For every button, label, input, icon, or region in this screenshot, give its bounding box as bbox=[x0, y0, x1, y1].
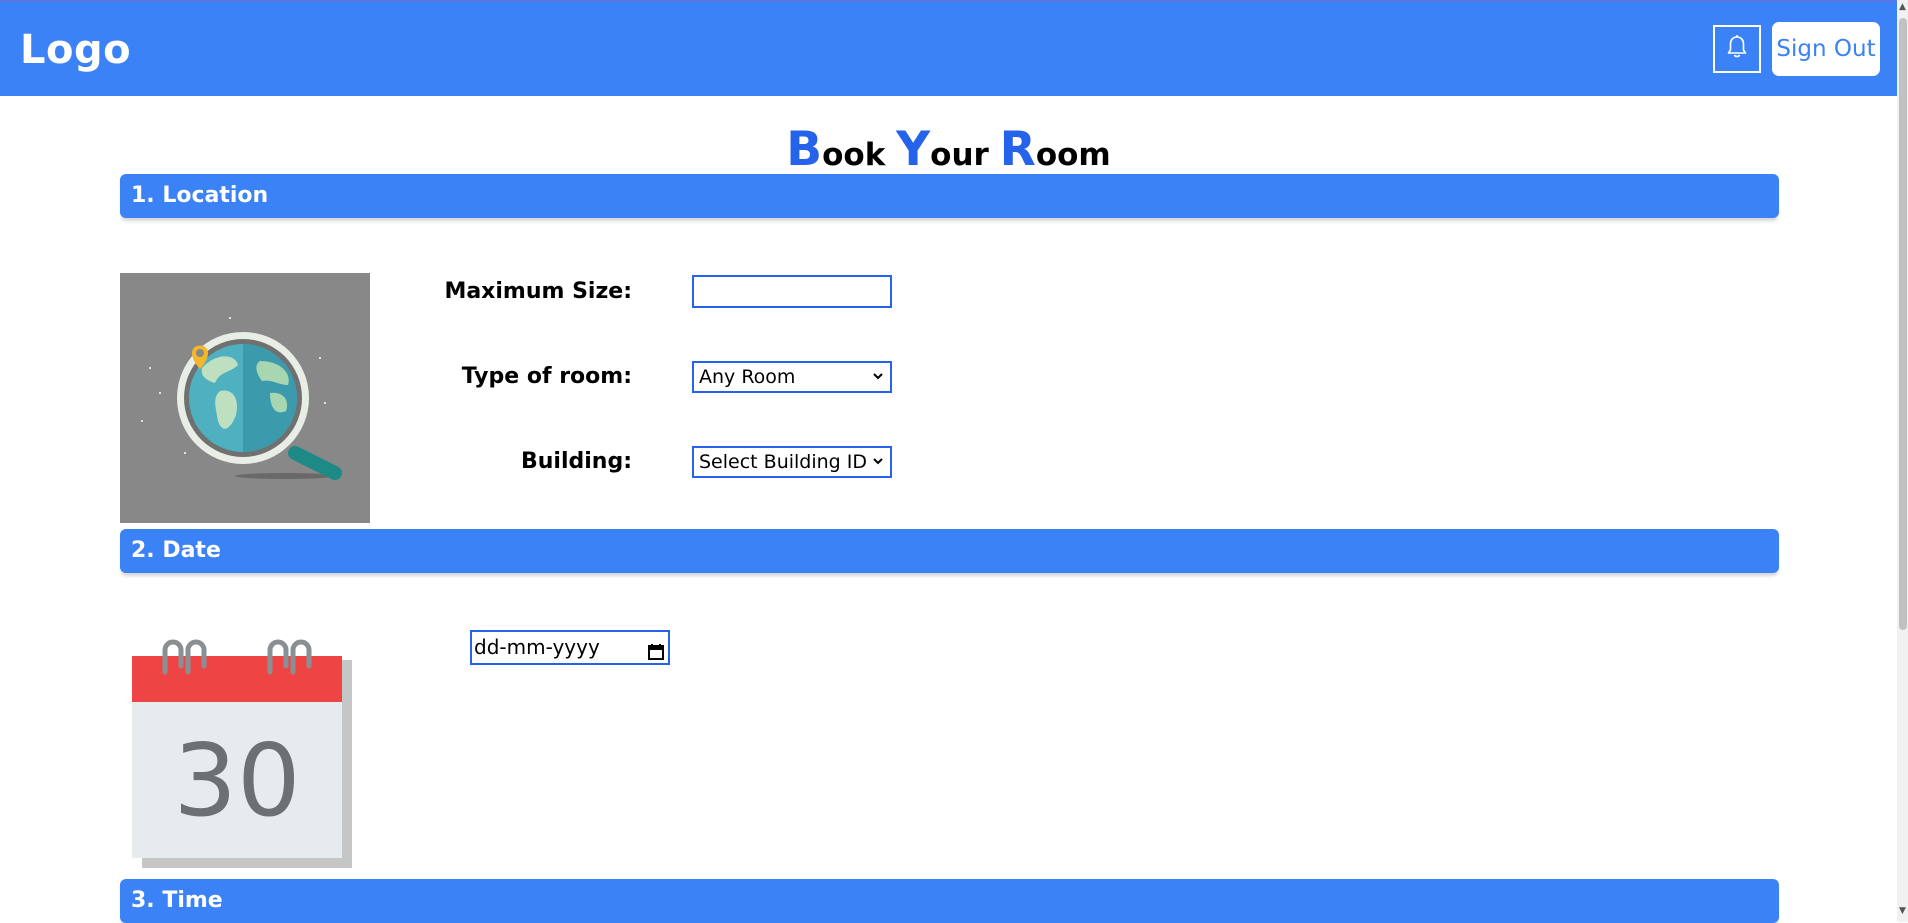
date-input[interactable]: dd-mm-yyyy bbox=[470, 630, 670, 665]
room-type-selected-value: Any Room bbox=[699, 366, 796, 388]
building-selected-value: Select Building ID bbox=[699, 451, 868, 473]
section-header-date: 2. Date bbox=[120, 529, 1779, 573]
sign-out-button[interactable]: Sign Out bbox=[1772, 22, 1880, 76]
building-label: Building: bbox=[520, 449, 632, 474]
calendar-day-number: 30 bbox=[173, 722, 300, 839]
building-select[interactable]: Select Building ID bbox=[692, 446, 892, 478]
max-size-label: Maximum Size: bbox=[444, 279, 632, 304]
scroll-down-arrow-icon[interactable]: ▼ bbox=[1899, 906, 1906, 916]
chevron-down-icon bbox=[872, 448, 884, 484]
notifications-button[interactable] bbox=[1713, 25, 1761, 73]
globe-magnifier-image bbox=[120, 273, 370, 523]
bell-icon bbox=[1725, 34, 1749, 65]
scroll-up-arrow-icon[interactable]: ▲ bbox=[1899, 2, 1906, 12]
logo[interactable]: Logo bbox=[20, 27, 131, 73]
room-type-select[interactable]: Any Room bbox=[692, 361, 892, 393]
max-size-input[interactable] bbox=[692, 275, 892, 308]
page-title: Book Your Room bbox=[786, 122, 1111, 177]
calendar-image: 30 bbox=[120, 630, 370, 880]
date-input-placeholder: dd-mm-yyyy bbox=[474, 635, 600, 659]
top-navbar: Logo Sign Out bbox=[0, 0, 1897, 96]
room-type-label: Type of room: bbox=[461, 364, 632, 389]
section-header-time: 3. Time bbox=[120, 879, 1779, 923]
section-header-location: 1. Location bbox=[120, 174, 1779, 218]
calendar-picker-icon[interactable] bbox=[647, 639, 665, 670]
chevron-down-icon bbox=[872, 363, 884, 399]
scrollbar-thumb[interactable] bbox=[1899, 18, 1907, 630]
